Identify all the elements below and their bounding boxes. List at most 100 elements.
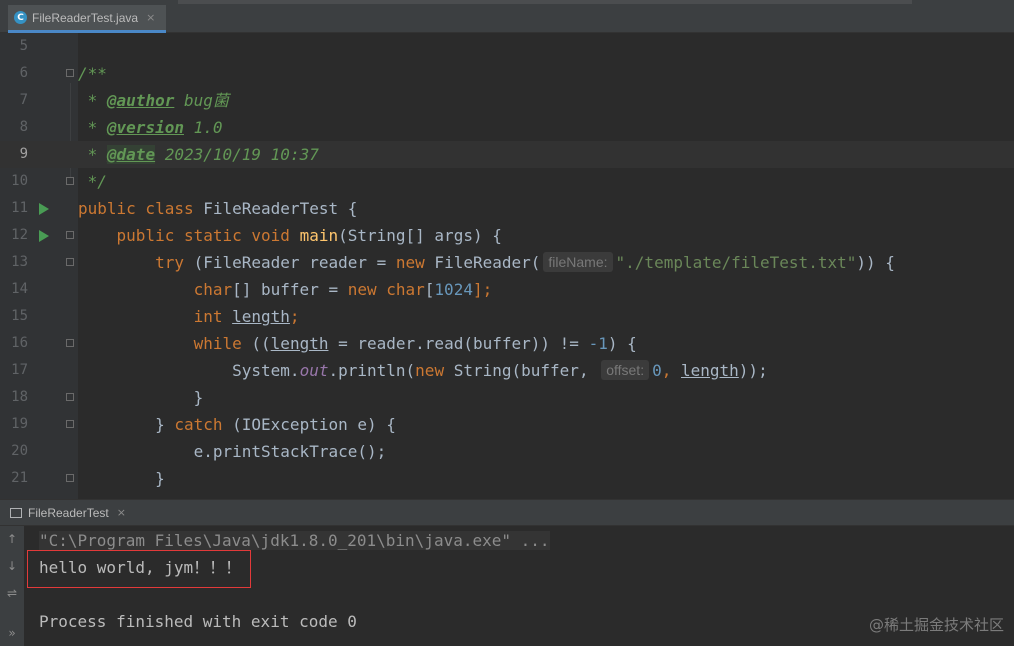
number-literal: 0 [652,361,662,380]
comment: 2023/10/19 10:37 [155,145,319,164]
tab-label: FileReaderTest.java [32,10,139,25]
code-line: 7 * @author bug菌 [0,87,1014,114]
static-field: out [299,361,329,380]
variable: length [681,361,739,380]
line-number: 8 [19,119,28,135]
line-number: 20 [11,443,28,459]
javadoc-tag: @version [106,118,184,137]
line-number: 12 [11,227,28,243]
code-text: )); [738,361,768,380]
fold-icon[interactable] [66,339,74,347]
comment: /** [78,64,107,83]
close-icon[interactable]: × [146,11,155,24]
console-toolbar: ↑ ↓ ⇌ » [0,526,24,646]
number-literal: -1 [588,334,608,353]
code-line: 19 } catch (IOException e) { [0,411,1014,438]
line-number: 14 [11,281,28,297]
console-icon [10,507,22,518]
more-icon[interactable]: » [0,626,24,640]
line-number: 15 [11,308,28,324]
highlight-box [27,550,251,588]
console-exit-line: Process finished with exit code 0 [39,612,357,631]
number-literal: 1024 [434,280,473,299]
java-class-icon: C [14,11,27,24]
keyword: try [78,253,184,272]
code-text: } [78,415,175,434]
line-number: 16 [11,335,28,351]
code-text: [] buffer = [232,280,348,299]
keyword: int [78,307,233,326]
code-text: ) { [607,334,637,353]
line-number: 21 [11,470,28,486]
comment: 1.0 [183,118,223,137]
code-text: .println( [328,361,416,380]
scroll-up-icon[interactable]: ↑ [0,532,24,546]
code-text: (String[] args) { [338,226,502,245]
code-line: 13 try (FileReader reader = new FileRead… [0,249,1014,276]
code-text: { [338,199,358,218]
code-line: 17 System.out.println(new String(buffer,… [0,357,1014,384]
line-number: 6 [19,65,28,81]
line-number: 19 [11,416,28,432]
line-number: 9 [19,146,28,162]
code-text: } [78,388,204,407]
parameter-hint: fileName: [543,252,613,272]
run-class-icon[interactable] [39,203,49,215]
fold-icon[interactable] [66,474,74,482]
watermark: @稀土掘金技术社区 [868,616,1004,634]
code-line: 10 */ [0,168,1014,195]
code-editor[interactable]: 5 6 /** 7 * @author bug菌 8 * @version 1.… [0,33,1014,499]
string-literal: "./template/fileTest.txt" [615,253,857,272]
comment: */ [78,172,107,191]
line-number: 11 [11,200,28,216]
code-line: 18 } [0,384,1014,411]
fold-icon[interactable] [66,393,74,401]
code-text: ; [289,307,300,326]
fold-icon[interactable] [66,231,74,239]
code-text: FileReader( [424,253,541,272]
tab-bar-strip [178,0,912,4]
soft-wrap-icon[interactable]: ⇌ [0,586,24,600]
keyword: new [415,361,445,380]
run-tab[interactable]: FileReaderTest × [10,500,126,525]
keyword: public static void [78,226,300,245]
code-text: } [78,469,165,488]
keyword: public class [78,199,204,218]
console-output[interactable]: ↑ ↓ ⇌ » "C:\Program Files\Java\jdk1.8.0_… [0,526,1014,646]
code-line: 15 int length; [0,303,1014,330]
comment: * [78,118,107,137]
method-name: main [299,226,339,245]
code-text: e.printStackTrace(); [78,442,387,461]
code-line: 8 * @version 1.0 [0,114,1014,141]
command-text: "C:\Program Files\Java\jdk1.8.0_201\bin\… [39,531,550,550]
line-number: 13 [11,254,28,270]
line-number: 5 [19,38,28,54]
javadoc-tag: @author [106,91,175,110]
run-main-icon[interactable] [39,230,49,242]
comment: bug菌 [174,91,229,110]
fold-icon[interactable] [66,69,74,77]
code-line: 12 public static void main(String[] args… [0,222,1014,249]
fold-icon[interactable] [66,258,74,266]
code-line: 14 char[] buffer = new char[1024]; [0,276,1014,303]
code-line: 11 public class FileReaderTest { [0,195,1014,222]
run-tool-window-header: FileReaderTest × [0,499,1014,526]
code-line: 21 } [0,465,1014,492]
fold-icon[interactable] [66,420,74,428]
javadoc-tag: @date [106,145,156,164]
keyword: catch [174,415,223,434]
code-text: ]; [472,280,493,299]
close-icon[interactable]: × [117,506,126,519]
keyword: while [78,334,242,353]
keyword: char [78,280,233,299]
tab-file-reader-test[interactable]: C FileReaderTest.java × [8,5,166,33]
code-text: (FileReader reader = [183,253,396,272]
fold-icon[interactable] [66,177,74,185]
code-line: 5 [0,33,1014,60]
code-text: (IOException e) { [222,415,396,434]
code-line: 16 while ((length = reader.read(buffer))… [0,330,1014,357]
code-line: 6 /** [0,60,1014,87]
scroll-down-icon[interactable]: ↓ [0,559,24,573]
line-number: 7 [19,92,28,108]
class-name: FileReaderTest [203,199,339,218]
